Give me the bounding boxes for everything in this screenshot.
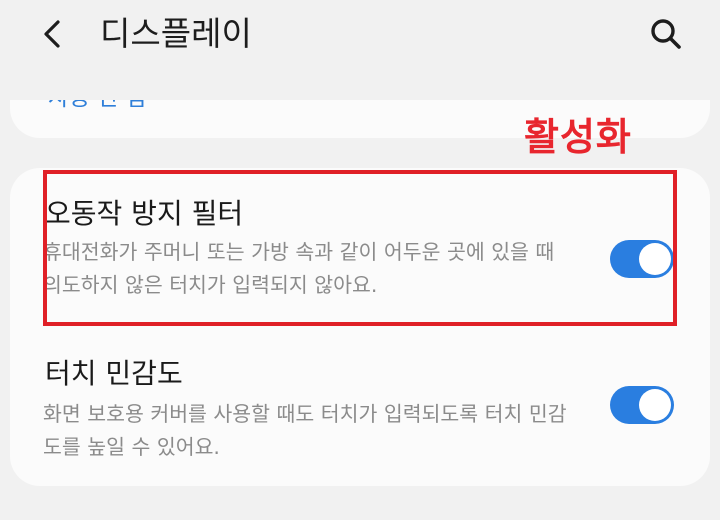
setting-row-touch-sensitivity[interactable]: 터치 민감도 화면 보호용 커버를 사용할 때도 터치가 입력되도록 터치 민감… <box>10 348 710 478</box>
touch-sensitivity-toggle[interactable] <box>610 386 674 424</box>
search-button[interactable] <box>646 14 686 54</box>
toggle-knob <box>639 243 671 275</box>
setting-description: 휴대전화가 주머니 또는 가방 속과 같이 어두운 곳에 있을 때 의도하지 않… <box>43 240 555 297</box>
chevron-left-icon <box>44 20 60 48</box>
search-icon <box>651 19 681 49</box>
clipped-link-text: 사용 안 함 <box>48 100 147 112</box>
accidental-touch-toggle[interactable] <box>610 240 674 278</box>
setting-title: 터치 민감도 <box>45 357 183 390</box>
app-header: 디스플레이 <box>0 0 720 76</box>
setting-row-accidental-touch[interactable]: 오동작 방지 필터 휴대전화가 주머니 또는 가방 속과 같이 어두운 곳에 있… <box>10 182 710 332</box>
back-button[interactable] <box>36 12 76 56</box>
toggle-knob <box>639 389 671 421</box>
annotation-label: 활성화 <box>524 115 632 159</box>
setting-title: 오동작 방지 필터 <box>45 197 244 230</box>
setting-description: 화면 보호용 커버를 사용할 때도 터치가 입력되도록 터치 민감도를 높일 수… <box>43 402 567 459</box>
touch-settings-card: 오동작 방지 필터 휴대전화가 주머니 또는 가방 속과 같이 어두운 곳에 있… <box>10 168 710 486</box>
page-title: 디스플레이 <box>100 14 252 53</box>
